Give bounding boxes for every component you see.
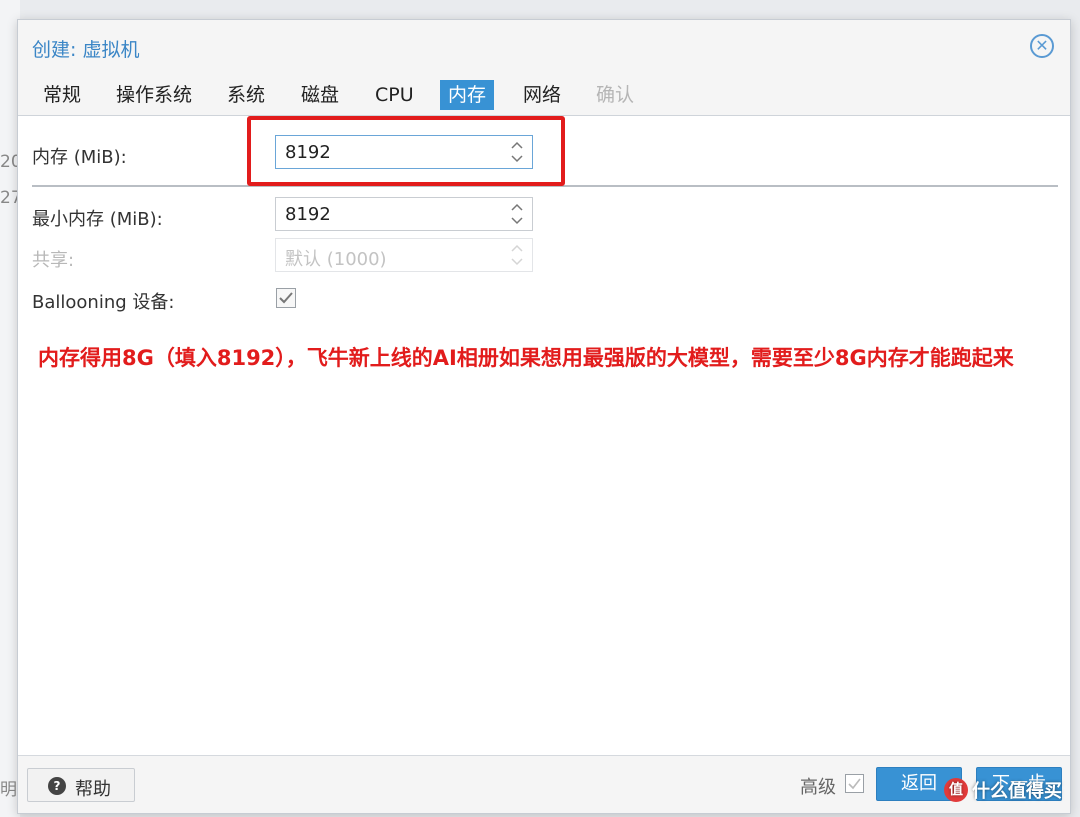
tab-confirm: 确认 (596, 84, 635, 106)
tab-cpu[interactable]: CPU (367, 80, 422, 110)
min-memory-value: 8192 (285, 204, 331, 225)
tab-bar: 常规 操作系统 系统 磁盘 CPU 内存 网络 确认 (18, 72, 1070, 116)
smzdm-logo-icon: 值 (944, 778, 968, 802)
tab-disk[interactable]: 磁盘 (293, 80, 347, 110)
tab-network[interactable]: 网络 (515, 80, 569, 110)
spinner-icon[interactable] (510, 201, 524, 227)
annotation-text: 内存得用8G（填入8192），飞牛新上线的AI相册如果想用最强版的大模型，需要至… (38, 346, 1014, 370)
ballooning-checkbox[interactable] (276, 288, 296, 308)
tab-system[interactable]: 系统 (219, 80, 273, 110)
shares-input: 默认 (1000) (275, 238, 533, 272)
advanced-checkbox[interactable] (845, 774, 864, 793)
checkmark-icon (848, 778, 861, 790)
help-icon: ? (48, 777, 66, 795)
background-text: 明 (0, 780, 17, 800)
dialog-titlebar: 创建: 虚拟机 ✕ (18, 20, 1070, 72)
help-button[interactable]: ? 帮助 (27, 768, 135, 802)
tab-os[interactable]: 操作系统 (108, 80, 200, 110)
dialog-footer: ? 帮助 高级 返回 下一步 值 什么值得买 (18, 755, 1070, 813)
watermark-text: 什么值得买 (972, 781, 1062, 802)
spinner-icon (510, 242, 524, 268)
advanced-label: 高级 (800, 777, 836, 798)
create-vm-dialog: 创建: 虚拟机 ✕ 常规 操作系统 系统 磁盘 CPU 内存 网络 确认 内存 … (17, 19, 1071, 814)
min-memory-label: 最小内存 (MiB): (32, 209, 163, 230)
ballooning-label: Ballooning 设备: (32, 292, 175, 313)
watermark: 值 什么值得买 (944, 777, 1062, 803)
annotation-highlight-box (247, 116, 565, 186)
tab-general[interactable]: 常规 (35, 80, 89, 110)
tab-memory[interactable]: 内存 (440, 80, 495, 110)
close-icon[interactable]: ✕ (1030, 34, 1054, 58)
shares-placeholder: 默认 (1000) (285, 249, 387, 270)
memory-label: 内存 (MiB): (32, 147, 127, 168)
min-memory-input[interactable]: 8192 (275, 197, 533, 231)
shares-label: 共享: (32, 250, 75, 271)
checkmark-icon (279, 292, 293, 304)
help-label: 帮助 (75, 779, 111, 800)
dialog-title: 创建: 虚拟机 (32, 39, 140, 61)
